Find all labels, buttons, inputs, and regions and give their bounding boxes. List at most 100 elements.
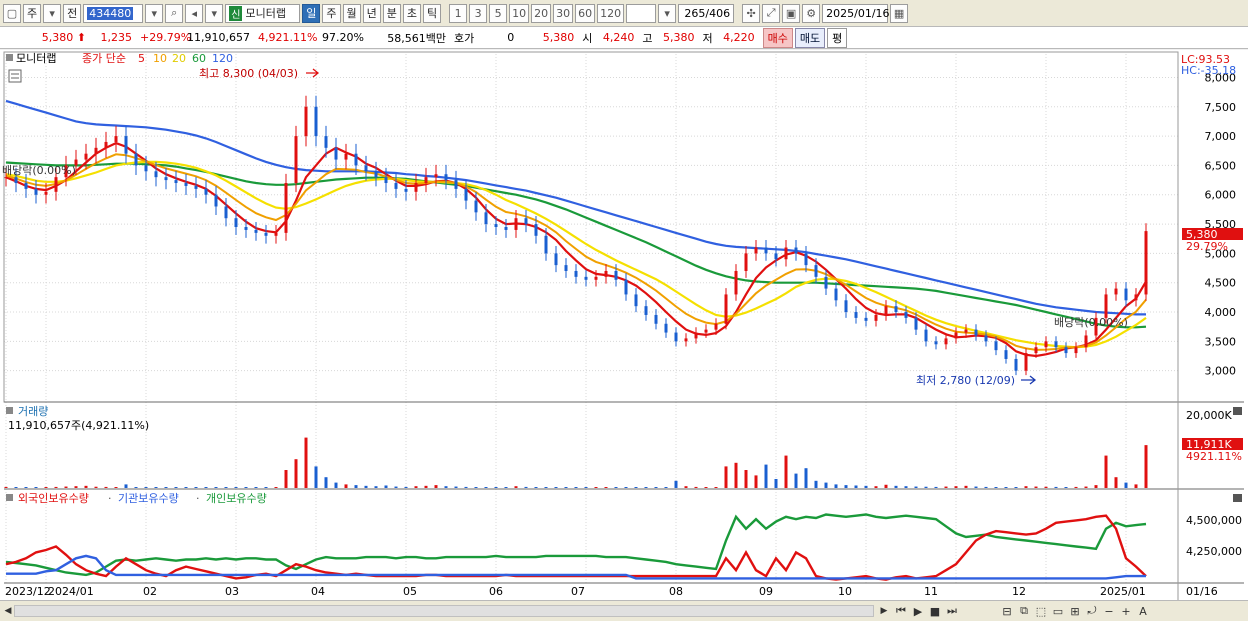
x-axis-label: 04	[311, 585, 325, 598]
candle-body	[584, 276, 588, 280]
candle-body	[944, 338, 948, 345]
gear-icon[interactable]: ⚙	[802, 3, 821, 23]
market-type-dropdown-icon[interactable]: ▾	[43, 3, 62, 23]
period-button-day[interactable]: 일	[302, 3, 321, 23]
candle-body	[264, 232, 268, 236]
zoom-window-icon[interactable]: ⧉	[1017, 604, 1031, 618]
candle-body	[294, 136, 298, 184]
save-icon[interactable]: ▣	[782, 3, 801, 23]
sell-button[interactable]: 매도	[794, 27, 826, 48]
interval-button-3[interactable]: 3	[469, 3, 488, 23]
candle-body	[554, 253, 558, 266]
market-type-select[interactable]: 주	[23, 3, 42, 23]
period-button-tick[interactable]: 틱	[423, 3, 442, 23]
candle-body	[124, 136, 128, 154]
interval-button-60[interactable]: 60	[575, 3, 596, 23]
holding-panel-close-icon[interactable]	[1233, 494, 1242, 502]
stop-icon[interactable]: ■	[928, 604, 942, 618]
low-price: 4,220	[723, 31, 755, 44]
speaker-dropdown-icon[interactable]: ▾	[205, 3, 224, 23]
volume-bar	[494, 487, 498, 488]
volume-bar	[844, 485, 848, 488]
volume-bar	[1094, 485, 1098, 488]
skip-back-icon[interactable]: ⏮	[894, 604, 908, 618]
period-button-week[interactable]: 주	[322, 3, 341, 23]
zoom-out-icon[interactable]: −	[1102, 604, 1116, 618]
volume-bar	[944, 486, 948, 488]
search-icon[interactable]: ⌕	[165, 3, 184, 23]
interval-custom-input[interactable]	[626, 3, 657, 23]
interval-button-120[interactable]: 120	[597, 3, 625, 23]
scroll-left-icon[interactable]: ◀	[2, 604, 14, 617]
candle-body	[534, 224, 538, 236]
candle-body	[884, 306, 888, 315]
average-button[interactable]: 평	[827, 27, 848, 48]
zoom-in-icon[interactable]: +	[1119, 604, 1133, 618]
volume-bar	[864, 485, 868, 488]
volume-panel-close-icon[interactable]	[1233, 407, 1242, 415]
scroll-right-icon[interactable]: ▶	[878, 604, 890, 617]
period-button-year[interactable]: 년	[362, 3, 381, 23]
holding-panel-menu-icon[interactable]	[6, 494, 13, 501]
price-panel-title: 모니터랩	[16, 52, 56, 65]
skip-forward-icon[interactable]: ⏭	[945, 604, 959, 618]
code-dropdown-icon[interactable]: ▾	[145, 3, 164, 23]
panel-menu-icon[interactable]	[6, 54, 13, 61]
chart-area[interactable]: 8,000 7,500 7,000 6,500 6,000 5,500 5,000 4,500…	[0, 50, 1248, 600]
crosshair-icon[interactable]: ✣	[742, 3, 761, 23]
stock-code-input[interactable]: 434480	[83, 3, 144, 23]
trade-amount: 58,561백만	[387, 31, 446, 45]
window-icon[interactable]: ▢	[3, 3, 21, 23]
data-count-field[interactable]: 265/406	[678, 3, 735, 23]
price-panel-frame	[3, 51, 1179, 403]
candle-body	[344, 153, 348, 160]
candle-body	[504, 227, 508, 230]
interval-button-10[interactable]: 10	[509, 3, 530, 23]
buy-button[interactable]: 매수	[762, 27, 793, 48]
period-button-minute[interactable]: 분	[382, 3, 401, 23]
zoom-restore-icon[interactable]: ⤾	[1085, 604, 1099, 618]
interval-button-5[interactable]: 5	[489, 3, 508, 23]
candle-body	[454, 180, 458, 189]
candle-body	[914, 317, 918, 330]
calendar-icon[interactable]: ▦	[890, 3, 909, 23]
all-market-button[interactable]: 전	[63, 3, 82, 23]
x-axis-label: 07	[571, 585, 585, 598]
volume-bar	[634, 487, 638, 488]
interval-button-1[interactable]: 1	[449, 3, 468, 23]
candle-body	[484, 212, 488, 225]
draw-tool-icon[interactable]: ⤢	[762, 3, 781, 23]
interval-button-20[interactable]: 20	[531, 3, 552, 23]
candle-body	[524, 218, 528, 225]
candle-body	[274, 232, 278, 236]
price-tick-label: 6,000	[1205, 189, 1237, 202]
chart-canvas[interactable]: 8,0007,5007,0006,5006,0005,5005,0004,500…	[0, 50, 1248, 600]
candle-body	[304, 106, 308, 137]
play-icon[interactable]: ▶	[911, 604, 925, 618]
interval-button-30[interactable]: 30	[553, 3, 574, 23]
zoom-region-icon[interactable]: ⊞	[1068, 604, 1082, 618]
volume-panel-menu-icon[interactable]	[6, 407, 13, 414]
period-button-second[interactable]: 초	[402, 3, 421, 23]
price-tick-label: 6,500	[1205, 159, 1237, 172]
stock-name-field[interactable]: 신 모니터랩	[225, 3, 301, 23]
volume-bar	[584, 487, 588, 488]
speaker-icon[interactable]: ◂	[185, 3, 204, 23]
zoom-box-icon[interactable]: ▭	[1051, 604, 1065, 618]
bid-value: 0	[507, 31, 515, 44]
bid-label: 호가	[454, 31, 475, 45]
candle-body	[284, 183, 288, 233]
date-input[interactable]: 2025/01/16	[822, 3, 890, 23]
interval-dropdown-icon[interactable]: ▾	[658, 3, 677, 23]
table-icon[interactable]	[8, 69, 22, 83]
last-pct-tag-text: 29.79%	[1186, 240, 1228, 253]
candle-body	[84, 153, 88, 160]
period-button-month[interactable]: 월	[342, 3, 361, 23]
zoom-fit-icon[interactable]: ⬚	[1034, 604, 1048, 618]
auto-scale-icon[interactable]: A	[1136, 604, 1150, 618]
volume-bar	[904, 486, 908, 488]
candle-body	[834, 288, 838, 301]
scroll-track[interactable]	[14, 605, 874, 617]
zoom-slider-icon[interactable]: ⊟	[1000, 604, 1014, 618]
x-axis-label: 10	[838, 585, 852, 598]
